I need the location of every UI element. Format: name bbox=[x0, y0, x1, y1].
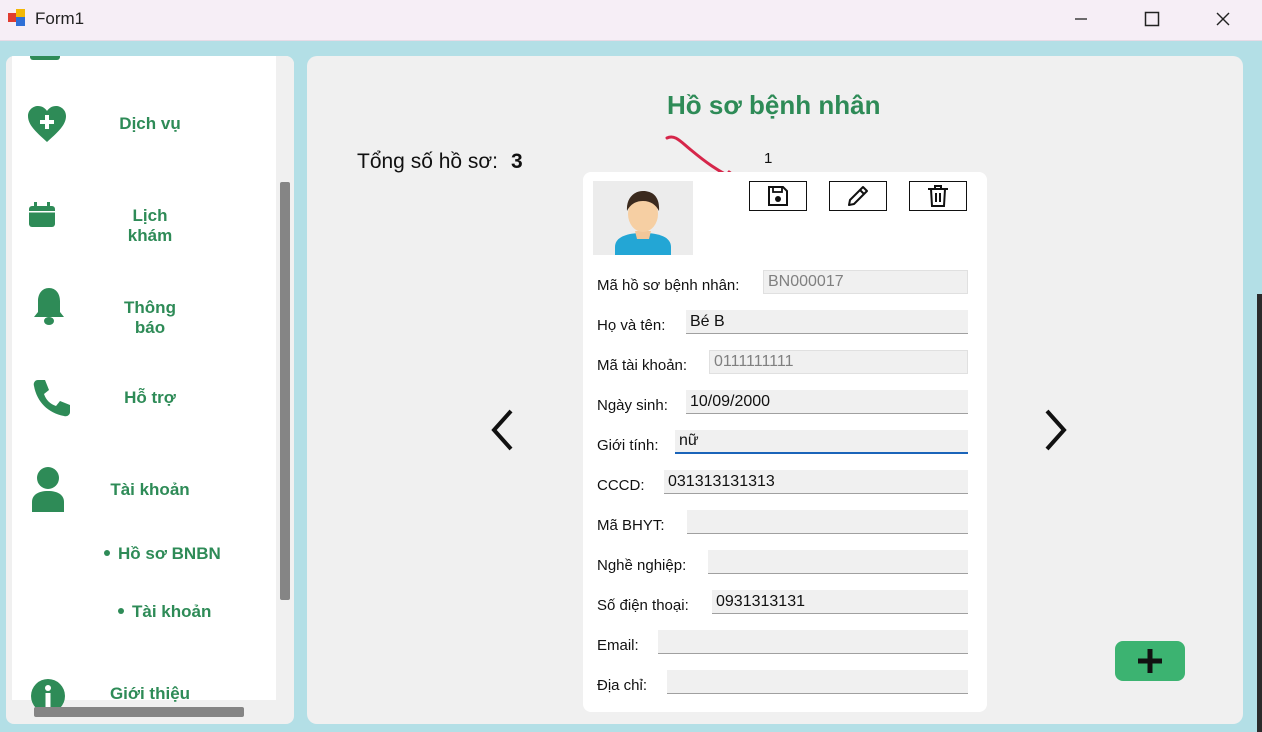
account-id-field[interactable] bbox=[709, 350, 968, 374]
patient-record-card: Mã hồ sơ bệnh nhân: Họ và tên: Mã tài kh… bbox=[583, 172, 987, 712]
maximize-icon bbox=[1144, 11, 1160, 27]
gender-field[interactable] bbox=[675, 430, 968, 454]
save-icon bbox=[768, 186, 788, 206]
close-icon bbox=[1216, 12, 1230, 26]
bullet-dot bbox=[118, 607, 124, 614]
patient-id-label: Mã hồ sơ bệnh nhân: bbox=[597, 277, 740, 294]
sidebar-item-label: Giới thiệu bbox=[109, 684, 191, 703]
chevron-right-icon bbox=[1045, 409, 1067, 451]
sidebar-item-tai-khoan[interactable]: Tài khoản bbox=[12, 460, 276, 520]
email-label: Email: bbox=[597, 637, 639, 654]
total-records-value: 3 bbox=[511, 150, 523, 173]
title-bar: Form1 bbox=[0, 0, 1262, 41]
sidebar-subitem-ho-so-bnbn[interactable]: Hồ sơ BNBN bbox=[104, 544, 221, 564]
edit-button[interactable] bbox=[829, 181, 887, 211]
sidebar-item-lich-kham[interactable]: Lịch khám bbox=[12, 186, 276, 246]
add-record-button[interactable] bbox=[1115, 641, 1185, 681]
vertical-scroll-thumb[interactable] bbox=[280, 182, 290, 600]
page-title: Hồ sơ bệnh nhân bbox=[667, 90, 881, 120]
sidebar-item-label: Dịch vụ bbox=[119, 114, 181, 133]
phone-field[interactable] bbox=[712, 590, 968, 614]
occupation-label: Nghề nghiệp: bbox=[597, 557, 687, 574]
maximize-button[interactable] bbox=[1117, 0, 1187, 38]
minimize-button[interactable] bbox=[1046, 0, 1116, 38]
address-field[interactable] bbox=[667, 670, 968, 694]
pencil-icon bbox=[848, 186, 868, 206]
sidebar-item-label: Thông báo bbox=[124, 298, 176, 337]
plus-icon bbox=[1138, 649, 1162, 673]
sidebar-subitem-label: Tài khoản bbox=[132, 602, 212, 621]
phone-label: Số điện thoại: bbox=[597, 597, 689, 614]
phone-icon bbox=[33, 380, 70, 417]
bell-icon bbox=[34, 288, 64, 325]
birth-date-label: Ngày sinh: bbox=[597, 397, 668, 414]
minimize-icon bbox=[1075, 18, 1087, 20]
sidebar-subitem-tai-khoan[interactable]: Tài khoản bbox=[118, 602, 211, 622]
sidebar-item-label: Tài khoản bbox=[110, 480, 190, 499]
background-window-edge bbox=[1257, 294, 1262, 732]
gender-label: Giới tính: bbox=[597, 437, 659, 454]
record-index: 1 bbox=[764, 150, 773, 167]
prev-record-button[interactable] bbox=[483, 400, 523, 460]
chevron-left-icon bbox=[491, 409, 513, 451]
birth-date-field[interactable] bbox=[686, 390, 968, 414]
email-field[interactable] bbox=[658, 630, 968, 654]
address-label: Địa chỉ: bbox=[597, 677, 648, 694]
trash-icon bbox=[928, 185, 948, 207]
horizontal-scroll-thumb[interactable] bbox=[34, 707, 244, 717]
user-icon bbox=[32, 467, 64, 512]
sidebar: Dịch vụ Lịch khám Thông báo Hỗ trợ Tài k… bbox=[6, 56, 294, 724]
sidebar-item-thong-bao[interactable]: Thông báo bbox=[12, 278, 276, 338]
avatar-icon bbox=[615, 191, 671, 255]
account-id-label: Mã tài khoản: bbox=[597, 357, 688, 374]
sidebar-item-ho-tro[interactable]: Hỗ trợ bbox=[12, 368, 276, 428]
health-insurance-field[interactable] bbox=[687, 510, 968, 534]
sidebar-item-dich-vu[interactable]: Dịch vụ bbox=[12, 94, 276, 154]
total-records-label: Tổng số hồ sơ: bbox=[357, 150, 499, 173]
app-icon bbox=[8, 9, 25, 26]
full-name-label: Họ và tên: bbox=[597, 317, 666, 334]
save-button[interactable] bbox=[749, 181, 807, 211]
main-panel: Hồ sơ bệnh nhân Tổng số hồ sơ: 3 1 Mã hồ… bbox=[307, 56, 1243, 724]
sidebar-content: Dịch vụ Lịch khám Thông báo Hỗ trợ Tài k… bbox=[12, 56, 276, 713]
bullet-dot bbox=[104, 549, 110, 556]
health-insurance-label: Mã BHYT: bbox=[597, 517, 665, 534]
window-title: Form1 bbox=[35, 9, 85, 28]
close-button[interactable] bbox=[1188, 0, 1258, 38]
cccd-field[interactable] bbox=[664, 470, 968, 494]
heart-plus-icon bbox=[28, 106, 66, 142]
patient-avatar bbox=[593, 181, 693, 255]
full-name-field[interactable] bbox=[686, 310, 968, 334]
calendar-icon bbox=[29, 202, 55, 227]
sidebar-item-label: Hỗ trợ bbox=[124, 388, 176, 407]
sidebar-subitem-label: Hồ sơ BNBN bbox=[118, 544, 221, 563]
occupation-field[interactable] bbox=[708, 550, 968, 574]
patient-id-field[interactable] bbox=[763, 270, 968, 294]
next-record-button[interactable] bbox=[1035, 400, 1075, 460]
sidebar-item-label: Lịch khám bbox=[127, 206, 173, 245]
cccd-label: CCCD: bbox=[597, 477, 645, 494]
delete-button[interactable] bbox=[909, 181, 967, 211]
partial-icon bbox=[30, 56, 60, 60]
